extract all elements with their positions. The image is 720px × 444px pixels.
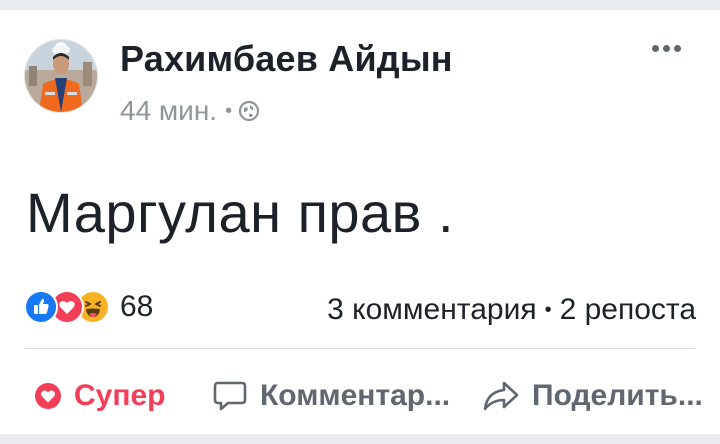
post-card: Рахимбаев Айдын 44 мин. • Маргулан прав … [0, 10, 720, 434]
love-icon [34, 382, 62, 410]
like-icon [24, 290, 58, 324]
post-text: Маргулан прав . [26, 181, 455, 244]
author-avatar[interactable] [24, 39, 98, 113]
actions-divider [24, 348, 696, 349]
stats-separator: • [544, 298, 552, 321]
comment-bubble-icon [212, 379, 248, 413]
globe-icon[interactable] [238, 100, 260, 122]
reactions-summary[interactable]: 68 [24, 290, 153, 324]
shares-count-link[interactable]: 2 репоста [560, 293, 696, 327]
meta-separator: • [225, 100, 233, 122]
share-arrow-icon [482, 379, 520, 413]
super-reaction-button[interactable]: Супер [34, 368, 165, 424]
more-options-icon[interactable] [646, 38, 686, 58]
reaction-count: 68 [120, 290, 154, 323]
post-meta: 44 мин. • [120, 95, 260, 127]
action-bar: Супер Комментар... Поделить... [0, 368, 720, 424]
post-timestamp[interactable]: 44 мин. [120, 95, 217, 127]
share-label: Поделить... [532, 379, 703, 412]
share-button[interactable]: Поделить... [482, 368, 703, 424]
engagement-stats: 3 комментария • 2 репоста [327, 293, 696, 327]
super-reaction-label: Супер [74, 379, 166, 412]
comment-button[interactable]: Комментар... [212, 368, 450, 424]
author-name[interactable]: Рахимбаев Айдын [120, 38, 453, 80]
comments-count-link[interactable]: 3 комментария [327, 293, 536, 327]
comment-label: Комментар... [260, 379, 451, 412]
